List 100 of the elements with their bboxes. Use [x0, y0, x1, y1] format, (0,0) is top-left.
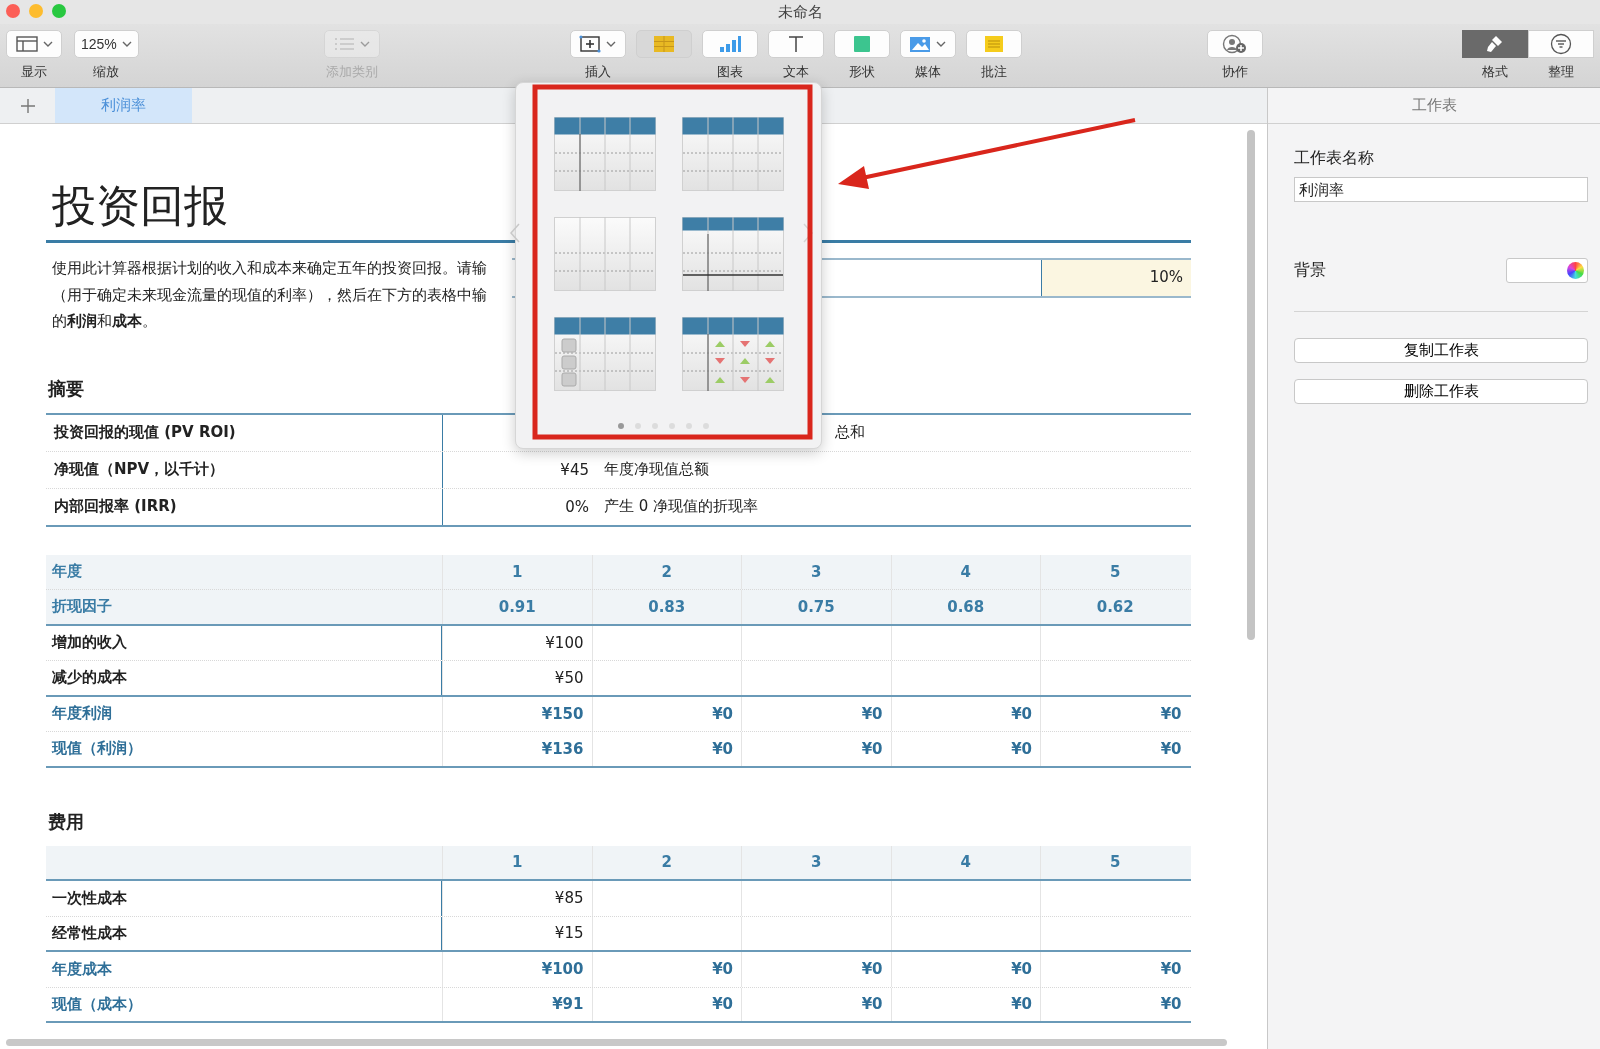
- table-cell: 0.91: [498, 597, 536, 616]
- table-cell: ¥0: [712, 739, 733, 758]
- section-heading: 费用: [48, 809, 85, 834]
- caret-icon: [360, 41, 371, 47]
- table-cell: ¥0: [1160, 739, 1182, 758]
- table-cell: 折现因子: [52, 597, 112, 617]
- table-cell: 年度: [52, 562, 82, 582]
- layout-button[interactable]: [6, 30, 62, 58]
- rate-field[interactable]: 10%: [1041, 260, 1191, 296]
- color-well[interactable]: [1506, 258, 1588, 283]
- table-button[interactable]: [635, 30, 692, 58]
- insert-button[interactable]: [569, 30, 626, 58]
- caret-icon: [121, 41, 132, 47]
- layout-icon: [15, 36, 38, 52]
- toolbar-label: 格式: [1482, 63, 1508, 81]
- toolbar-label: 图表: [716, 63, 743, 81]
- insert-icon: [579, 35, 602, 53]
- sheet-action-button[interactable]: 删除工作表: [1294, 379, 1588, 404]
- caret-icon: [606, 41, 617, 47]
- table-cell: ¥100: [545, 633, 584, 652]
- sheet-name-field[interactable]: 利润率: [1294, 177, 1588, 202]
- close-button[interactable]: [6, 4, 20, 18]
- sheet-action-button[interactable]: 复制工作表: [1294, 338, 1588, 363]
- field-label: 工作表名称: [1294, 148, 1375, 169]
- intro-text: 使用此计算器根据计划的收入和成本来确定五年的投资回报。请输: [52, 258, 487, 279]
- table-style-thumbnail[interactable]: [682, 117, 784, 191]
- table-cell: 现值（利润）: [52, 739, 142, 759]
- table-style-thumbnail[interactable]: [554, 117, 656, 191]
- table-cell: 一次性成本: [52, 888, 127, 908]
- toolbar-label: 显示: [21, 63, 47, 81]
- table-cell: 增加的收入: [52, 633, 127, 653]
- page-dot[interactable]: [618, 423, 624, 429]
- chevron-left-icon[interactable]: [510, 223, 520, 243]
- table-cell: ¥0: [1011, 995, 1032, 1014]
- table-style-thumbnail[interactable]: [682, 317, 784, 391]
- inspector-tab[interactable]: 工作表: [1268, 88, 1600, 124]
- table-cell: 1: [512, 562, 523, 581]
- table-cell: 净现值（NPV，以千计）: [46, 451, 443, 488]
- text-icon: [786, 35, 805, 53]
- table-cell: 现值（成本）: [52, 994, 142, 1014]
- table-cell: ¥50: [554, 668, 584, 687]
- add-person-icon: [1221, 34, 1248, 54]
- toolbar-label: 形状: [848, 63, 875, 81]
- table-style-thumbnail[interactable]: [554, 217, 656, 291]
- table-cell: ¥0: [1160, 960, 1182, 979]
- table-cell: 0.62: [1096, 597, 1134, 616]
- table-cell: 内部回报率 (IRR): [46, 488, 443, 525]
- chart-button[interactable]: [701, 30, 758, 58]
- media-button[interactable]: [899, 30, 956, 58]
- shape-button[interactable]: [833, 30, 890, 58]
- square-icon: [852, 35, 871, 53]
- zoom-button[interactable]: [52, 4, 66, 18]
- table-cell: 经常性成本: [52, 923, 127, 943]
- format-button[interactable]: [1462, 30, 1528, 58]
- table-cell: ¥0: [861, 995, 883, 1014]
- toolbar-label: 协作: [1221, 63, 1248, 81]
- bar-chart-icon: [717, 35, 742, 53]
- toolbar-label: 整理: [1548, 63, 1574, 81]
- table-cell: ¥0: [861, 960, 883, 979]
- table-cell: 5: [1110, 562, 1121, 581]
- table-cell: ¥0: [1160, 704, 1182, 723]
- caret-icon: [936, 41, 947, 47]
- intro-text: 的利润和成本。: [52, 311, 157, 332]
- table-cell: ¥100: [541, 960, 584, 979]
- section-heading: 摘要: [48, 376, 85, 401]
- table-cell: 2: [661, 853, 672, 872]
- table-cell: ¥0: [1011, 739, 1032, 758]
- table-cell: 年度利润: [52, 704, 112, 724]
- color-wheel-icon[interactable]: [1567, 262, 1584, 279]
- collab-button[interactable]: [1206, 30, 1263, 58]
- zoom-dropdown[interactable]: 125%: [74, 30, 139, 58]
- table-cell: ¥136: [541, 739, 584, 758]
- scrollbar[interactable]: [1247, 130, 1255, 640]
- table-cell: ¥0: [712, 960, 733, 979]
- table-cell: 0.83: [648, 597, 686, 616]
- text-button[interactable]: [767, 30, 824, 58]
- table-cell: 5: [1110, 853, 1121, 872]
- table-cell: ¥0: [861, 739, 883, 758]
- table-cell: 4: [960, 853, 971, 872]
- organize-button[interactable]: [1528, 30, 1594, 58]
- table-cell: 3: [811, 853, 822, 872]
- image-icon: [909, 35, 932, 53]
- table-icon: [652, 35, 675, 53]
- table-cell: ¥0: [712, 995, 733, 1014]
- comment-button[interactable]: [965, 30, 1022, 58]
- table-style-thumbnail[interactable]: [554, 317, 656, 391]
- table-style-thumbnail[interactable]: [682, 217, 784, 291]
- table-cell: ¥91: [552, 995, 584, 1014]
- scrollbar[interactable]: [6, 1039, 1227, 1046]
- table-cell: ¥150: [541, 704, 584, 723]
- table-cell: 1: [512, 853, 523, 872]
- table-cell: 产生 0 净现值的折现率: [604, 497, 759, 515]
- table-cell: ¥0: [861, 704, 883, 723]
- table-cell: 2: [661, 562, 672, 581]
- table-cell: 总和: [835, 423, 865, 441]
- toolbar-label: 插入: [584, 63, 611, 81]
- toolbar-label: 文本: [782, 63, 809, 81]
- table-cell: ¥0: [1160, 995, 1182, 1014]
- filter-icon: [1550, 33, 1572, 55]
- table-cell: 0.75: [797, 597, 835, 616]
